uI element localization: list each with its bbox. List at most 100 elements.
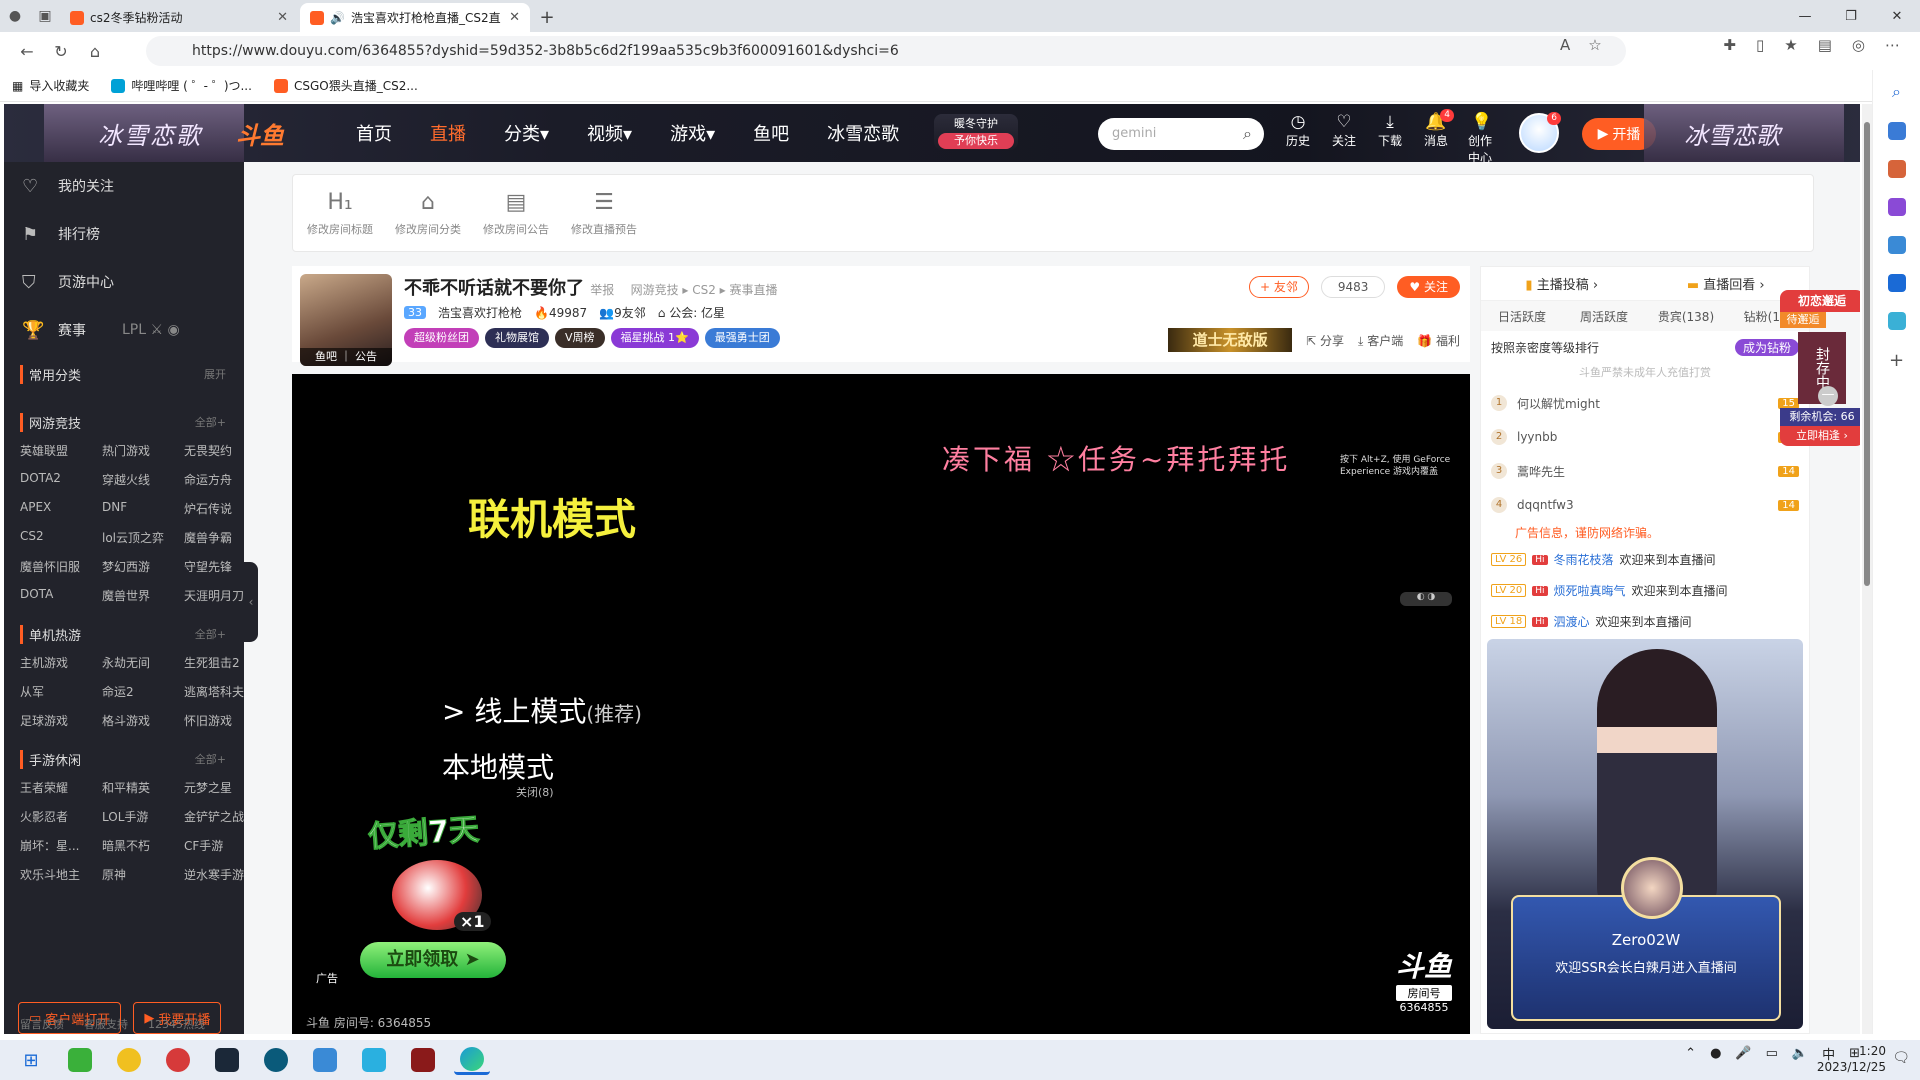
category-link[interactable]: 命运2 <box>102 683 184 700</box>
group-expand[interactable]: 展开 <box>204 366 226 382</box>
creator-center-button[interactable]: 💡 创作中心 <box>1468 112 1496 166</box>
category-link[interactable]: 火影忍者 <box>20 808 102 825</box>
share-button[interactable]: ⇱ 分享 <box>1306 332 1344 349</box>
read-aloud-icon[interactable]: A <box>1560 36 1570 54</box>
game-logos-icon[interactable]: LPL ⚔ ◉ <box>122 322 180 338</box>
footer-link[interactable]: 12345热线 <box>148 1016 205 1032</box>
category-link[interactable]: 魔兽世界 <box>102 587 184 604</box>
promo-badge[interactable]: 暖冬守护 予你快乐 <box>934 114 1018 150</box>
category-link[interactable]: DOTA2 <box>20 471 102 488</box>
event-logo[interactable]: 冰雪恋歌 <box>98 116 202 151</box>
speaker-icon[interactable]: 🔊 <box>330 11 345 25</box>
bookmark-item[interactable]: 哔哩哔哩 ( ゜- ゜)つ... <box>111 77 252 94</box>
collapse-circle-icon[interactable]: — <box>1818 386 1838 406</box>
category-link[interactable]: 原神 <box>102 866 184 883</box>
group-all[interactable]: 全部+ <box>195 626 226 642</box>
tag-fans-group[interactable]: 超级粉丝团 <box>404 328 479 348</box>
rank-user[interactable]: 蒿哗先生 <box>1517 463 1565 480</box>
category-link[interactable]: 穿越火线 <box>102 471 184 488</box>
start-button[interactable]: ⊞ <box>13 1045 49 1075</box>
category-link[interactable]: LOL手游 <box>102 808 184 825</box>
sidebar-item-rank[interactable]: ⚑ 排行榜 <box>4 210 244 258</box>
chat-username[interactable]: 泗渡心 <box>1554 613 1590 630</box>
extensions-icon[interactable]: ✚ <box>1723 36 1736 54</box>
app-icon[interactable] <box>307 1045 343 1075</box>
close-window-button[interactable]: ✕ <box>1874 0 1920 32</box>
user-avatar[interactable]: 6 <box>1519 112 1561 153</box>
chevron-up-icon[interactable]: ⌃ <box>1685 1046 1696 1061</box>
tag-warriors[interactable]: 最强勇士团 <box>704 328 780 348</box>
category-link[interactable]: 无畏契约 <box>184 442 260 459</box>
edit-notice-button[interactable]: ▤ 修改房间公告 <box>475 175 557 251</box>
history-button[interactable]: ◷ 历史 <box>1284 112 1312 166</box>
chat-username[interactable]: 冬雨花枝落 <box>1554 551 1614 568</box>
chat-username[interactable]: 烦死啦真晦气 <box>1554 582 1626 599</box>
submissions-link[interactable]: ▮ 主播投稿 › <box>1525 274 1598 293</box>
volume-icon[interactable]: 🔈 <box>1792 1046 1808 1061</box>
category-link[interactable]: 命运方舟 <box>184 471 260 488</box>
category-link[interactable]: 魔兽怀旧服 <box>20 558 102 575</box>
player-mini-control[interactable]: ◐ ◑ <box>1400 592 1452 606</box>
edge-taskbar-icon[interactable] <box>454 1045 490 1075</box>
category-link[interactable]: CS2 <box>20 529 102 546</box>
video-ad[interactable]: 仅剩7天 ×1 立即领取 ➤ <box>332 804 522 978</box>
category-link[interactable]: 英雄联盟 <box>20 442 102 459</box>
clock[interactable]: 1:20 2023/12/25 <box>1817 1043 1886 1075</box>
follow-button[interactable]: ♥ 关注 <box>1397 276 1460 298</box>
tab-actions-icon[interactable]: ▣ <box>30 0 60 32</box>
category-link[interactable]: 暗黑不朽 <box>102 837 184 854</box>
event-logo-right[interactable]: 冰雪恋歌 <box>1684 116 1780 151</box>
mic-icon[interactable]: 🎤 <box>1735 1046 1751 1061</box>
notification-icon[interactable]: 🗨 <box>1892 1050 1910 1066</box>
category-link[interactable]: 金铲铲之战 <box>184 808 260 825</box>
minimize-button[interactable]: — <box>1782 0 1828 32</box>
edit-preview-button[interactable]: ☰ 修改直播预告 <box>563 175 645 251</box>
category-link[interactable]: 热门游戏 <box>102 442 184 459</box>
tab-weekly[interactable]: 周活跃度 <box>1563 308 1645 325</box>
rank-user[interactable]: 何以解忧might <box>1517 395 1600 412</box>
ad-close-countdown[interactable]: 关闭(8) <box>516 784 554 800</box>
category-link[interactable]: 足球游戏 <box>20 712 102 729</box>
nav-category[interactable]: 分类▾ <box>504 120 549 146</box>
footer-link[interactable]: 客服支持 <box>84 1016 128 1032</box>
rank-row[interactable]: 4 dqqntfw3 14 <box>1481 488 1809 522</box>
video-player[interactable]: 凑下福 ☆任务~拜托拜托 按下 Alt+Z, 使用 GeForce Experi… <box>292 374 1470 1034</box>
welfare-button[interactable]: 🎁 福利 <box>1417 332 1460 349</box>
category-link[interactable]: 王者荣耀 <box>20 779 102 796</box>
streamer-avatar[interactable]: 鱼吧 ｜ 公告 <box>300 274 392 366</box>
menu-icon[interactable]: ⋯ <box>1885 36 1900 54</box>
category-link[interactable]: 永劫无间 <box>102 654 184 671</box>
tab-daily[interactable]: 日活跃度 <box>1481 308 1563 325</box>
page-scrollbar[interactable] <box>1862 104 1872 1034</box>
app-icon[interactable] <box>356 1045 392 1075</box>
search-icon[interactable]: ⌕ <box>1243 118 1252 150</box>
nav-video[interactable]: 视频▾ <box>587 120 632 146</box>
nav-games[interactable]: 游戏▾ <box>670 120 715 146</box>
category-link[interactable]: 元梦之星 <box>184 779 260 796</box>
group-all[interactable]: 全部+ <box>195 414 226 430</box>
url-bar[interactable]: https://www.douyu.com/6364855?dyshid=59d… <box>146 36 1626 66</box>
category-link[interactable]: 梦幻西游 <box>102 558 184 575</box>
app-icon[interactable] <box>160 1045 196 1075</box>
network-icon[interactable]: ▭ <box>1766 1046 1778 1061</box>
refresh-icon[interactable]: ↻ <box>44 34 78 68</box>
qq-icon[interactable]: ● <box>1710 1046 1721 1061</box>
follow-button[interactable]: ♡ 关注 <box>1330 112 1358 166</box>
collections-icon[interactable]: ▤ <box>1818 36 1832 54</box>
home-icon[interactable]: ⌂ <box>78 34 112 68</box>
close-tab-icon[interactable]: ✕ <box>277 10 288 25</box>
nav-live[interactable]: 直播 <box>430 120 466 146</box>
add-friend-button[interactable]: + 友邻 <box>1248 276 1309 298</box>
split-icon[interactable]: ▯ <box>1756 36 1764 54</box>
tag-weekly-rank[interactable]: V周榜 <box>555 328 605 348</box>
breadcrumb[interactable]: 网游竞技 ▸ CS2 ▸ 赛事直播 <box>631 283 778 297</box>
category-link[interactable]: 逆水寒手游 <box>184 866 260 883</box>
outlook-icon[interactable] <box>1887 274 1906 292</box>
app-icon[interactable] <box>111 1045 147 1075</box>
browser-tab[interactable]: cs2冬季钻粉活动 ✕ <box>60 3 298 32</box>
game-badge[interactable]: 道士无敌版 <box>1168 328 1293 352</box>
category-link[interactable]: 怀旧游戏 <box>184 712 260 729</box>
office-icon[interactable] <box>1887 236 1906 254</box>
rank-user[interactable]: dqqntfw3 <box>1517 498 1574 512</box>
profile-icon[interactable]: ● <box>0 0 30 32</box>
